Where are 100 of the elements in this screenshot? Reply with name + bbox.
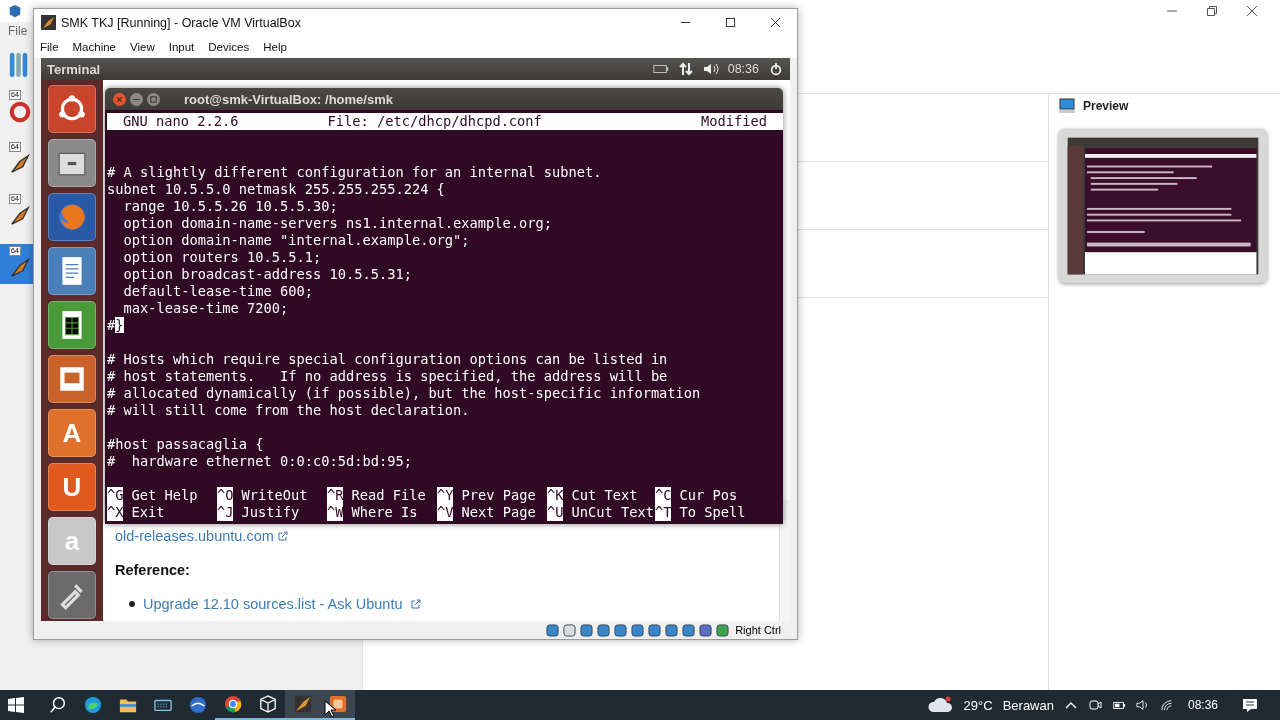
battery-icon[interactable]	[652, 62, 669, 76]
shortcut-key: ^V	[437, 504, 454, 521]
swirl-icon	[9, 205, 31, 227]
code-line: range 10.5.5.26 10.5.5.30;	[122, 198, 338, 214]
network-arrows-icon[interactable]	[677, 62, 694, 76]
menu-item[interactable]: File	[8, 24, 28, 38]
shortcut-key: ^W	[327, 504, 344, 521]
host-key-label: Right Ctrl	[735, 624, 781, 636]
code-line: option routers 10.5.5.1;	[122, 249, 322, 265]
code-line: # allocated dynamically (if possible), but the host-specific information	[107, 385, 701, 401]
tools-icon[interactable]	[8, 50, 30, 80]
code-line: #host passacaglia {	[107, 436, 264, 452]
file-name: File: /etc/dhcp/dhcpd.conf	[327, 113, 542, 130]
shortcut-label: Get Help	[131, 487, 198, 504]
modified-status: Modified	[701, 113, 767, 130]
external-link-icon	[410, 599, 421, 609]
launcher-button[interactable]	[48, 301, 96, 349]
menu-item[interactable]: Devices	[208, 41, 250, 53]
code-line: subnet 10.5.5.0 netmask 255.255.255.224 {	[107, 181, 445, 197]
shortcut-label: WriteOut	[241, 487, 308, 504]
code-line: # A slightly different configuration for an internal subnet.	[107, 164, 602, 180]
shortcut-key: ^K	[547, 487, 564, 504]
menu-item[interactable]: Input	[168, 41, 195, 53]
shortcut-label: Cur Pos	[679, 487, 738, 504]
globe-icon	[56, 201, 88, 233]
shortcut-label: Justify	[241, 504, 300, 521]
code-line: option broadcast-address 10.5.5.31;	[122, 266, 412, 282]
shortcut-label: Where Is	[351, 504, 418, 521]
swirl-icon	[293, 695, 312, 713]
restore-icon[interactable]	[1206, 5, 1218, 17]
clock[interactable]: 08:36	[1187, 698, 1218, 712]
shortcut-key: ^O	[217, 487, 234, 504]
shortcut-key: ^X	[107, 504, 124, 521]
code-line: #	[107, 317, 116, 333]
link[interactable]: Upgrade 12.10 sources.list - Ask Ubuntu	[143, 596, 403, 612]
shortcut-key: ^C	[655, 487, 672, 504]
shortcut-label: Prev Page	[461, 487, 536, 504]
shortcut-key: ^J	[217, 504, 234, 521]
app-title: Terminal	[47, 61, 101, 77]
monitor-icon	[1059, 98, 1075, 114]
swirl-icon	[9, 153, 31, 175]
link[interactable]: old-releases.ubuntu.com	[115, 528, 274, 544]
volume-icon[interactable]	[702, 62, 719, 76]
windows-start-icon[interactable]	[8, 697, 24, 713]
menu-item[interactable]: View	[130, 41, 155, 53]
shortcut-label: Next Page	[461, 504, 536, 521]
menu-item[interactable]: File	[40, 41, 59, 53]
shortcut-key: ^Y	[437, 487, 454, 504]
cloud-icon[interactable]	[927, 696, 954, 714]
code-line: max-lease-time 7200;	[122, 300, 289, 316]
code-line: option domain-name "internal.example.org";	[122, 232, 470, 248]
shortcut-key: ^R	[327, 487, 344, 504]
bullet-icon	[129, 601, 135, 607]
cube-icon	[258, 695, 277, 713]
temperature[interactable]: 29°C	[963, 697, 993, 713]
circle-logo-icon	[223, 695, 242, 713]
ring-icon	[9, 101, 31, 123]
clock[interactable]: 08:36	[727, 62, 759, 76]
code-line: # Hosts which require special configuration options can be listed in	[107, 351, 668, 367]
shortcut-label: To Spell	[679, 504, 746, 521]
shortcut-key: ^T	[655, 504, 672, 521]
window-title: SMK TKJ [Running] - Oracle VM VirtualBox	[61, 15, 301, 30]
menu-item[interactable]: Help	[263, 41, 287, 53]
camera-icon[interactable]	[1087, 698, 1102, 712]
swirl-icon	[41, 15, 56, 30]
shortcut-key: ^G	[107, 487, 124, 504]
close-icon[interactable]	[1246, 5, 1258, 17]
wifi-icon[interactable]	[1159, 698, 1174, 712]
section-heading: Reference:	[115, 562, 190, 578]
wave-icon	[83, 696, 102, 714]
code-line: option domain-name-servers ns1.internal.example.org;	[122, 215, 552, 231]
volume-icon[interactable]	[1135, 698, 1150, 712]
globe-icon	[188, 696, 207, 714]
mouse-pointer-icon	[324, 700, 336, 718]
panel-title: Preview	[1083, 99, 1129, 113]
scrollbar[interactable]	[779, 500, 790, 621]
menu-item[interactable]: Machine	[72, 41, 116, 53]
shortcut-label: UnCut Text	[571, 504, 654, 521]
cube-icon	[8, 4, 22, 18]
search-icon	[48, 696, 67, 714]
external-link-icon	[277, 531, 288, 541]
power-icon[interactable]	[768, 62, 784, 76]
close-icon[interactable]	[770, 17, 781, 28]
window-title: root@smk-VirtualBox: /home/smk	[184, 91, 393, 107]
shortcut-label: Cut Text	[571, 487, 638, 504]
text-cursor: }	[115, 317, 124, 333]
shortcut-label: Exit	[131, 504, 165, 521]
editor-version: GNU nano 2.2.6	[123, 113, 239, 130]
launcher-button[interactable]: U	[48, 463, 96, 511]
maximize-icon[interactable]	[725, 17, 736, 28]
code-line: # hardware ethernet 0:0:c0:5d:bd:95;	[107, 453, 412, 469]
code-line: # will still come from the host declaration.	[107, 402, 470, 418]
code-line: default-lease-time 600;	[122, 283, 313, 299]
code-line: # host statements. If no address is specified, the address will be	[107, 368, 668, 384]
notification-icon[interactable]	[1242, 697, 1258, 713]
shortcut-key: ^U	[547, 504, 564, 521]
shortcut-label: Read File	[351, 487, 426, 504]
swirl-icon	[9, 257, 31, 279]
taskbar-button[interactable]	[285, 690, 320, 720]
weather-condition[interactable]: Berawan	[1002, 697, 1054, 713]
